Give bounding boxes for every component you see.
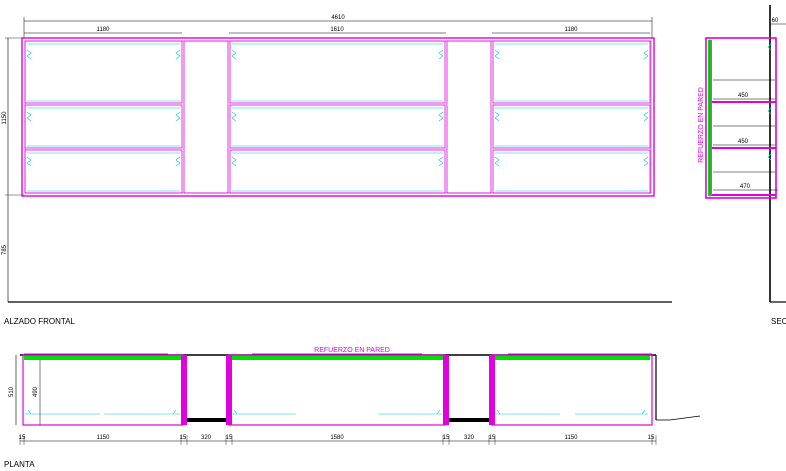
- plan-dim-6: 15: [443, 435, 450, 441]
- plan-hinge-marks: [27, 409, 646, 415]
- plan-reinforcement-label: REFUERZO EN PARED: [314, 347, 390, 354]
- dim-module-left: 1180: [97, 27, 111, 33]
- module-center: [229, 40, 446, 194]
- dim-plan-depth-outer: 510: [9, 386, 15, 397]
- dim-section-shelf1: 450: [738, 93, 749, 99]
- module-left: [24, 40, 183, 194]
- section-view: 60 450 450 470 REFUERZO EN PARED SEC: [698, 5, 786, 326]
- plan-dim-1: 1150: [97, 435, 111, 441]
- plan-dim-7: 320: [464, 435, 475, 441]
- front-elevation: 4610 1180 1610 1180 1150 785 ALZADO FRON…: [2, 15, 672, 326]
- plan-dim-8: 15: [489, 435, 496, 441]
- section-reinforcement-label: REFUERZO EN PARED: [698, 87, 705, 163]
- front-view-label: ALZADO FRONTAL: [4, 317, 76, 326]
- plan-view: REFUERZO EN PARED 510 490 15 1150 15 320…: [4, 347, 701, 469]
- dim-section-shelf3: 470: [740, 184, 751, 190]
- plan-dim-5: 1580: [330, 435, 344, 441]
- dim-module-right: 1180: [565, 27, 579, 33]
- plan-dim-9: 1150: [565, 435, 579, 441]
- dim-cabinet-height: 1150: [2, 111, 8, 125]
- dim-plan-depth-inner: 490: [33, 386, 39, 397]
- plan-dim-2: 15: [180, 435, 187, 441]
- plan-dim-4: 15: [226, 435, 233, 441]
- plan-dim-3: 320: [201, 435, 212, 441]
- dim-total: 4610: [331, 15, 345, 21]
- dim-section-top: 60: [772, 18, 779, 24]
- plan-dims: 15 1150 15 320 15 1580 15 320 15 1150 15: [19, 435, 655, 441]
- plan-view-label: PLANTA: [4, 460, 35, 469]
- dim-module-center: 1610: [330, 27, 344, 33]
- plan-dim-10: 15: [648, 435, 655, 441]
- module-right: [492, 40, 651, 194]
- plan-dim-0: 15: [19, 435, 26, 441]
- dim-floor-height: 785: [2, 244, 8, 255]
- section-view-label: SEC: [771, 317, 786, 326]
- technical-drawing: 4610 1180 1610 1180 1150 785 ALZADO FRON…: [2, 5, 786, 469]
- dim-section-shelf2: 450: [738, 139, 749, 145]
